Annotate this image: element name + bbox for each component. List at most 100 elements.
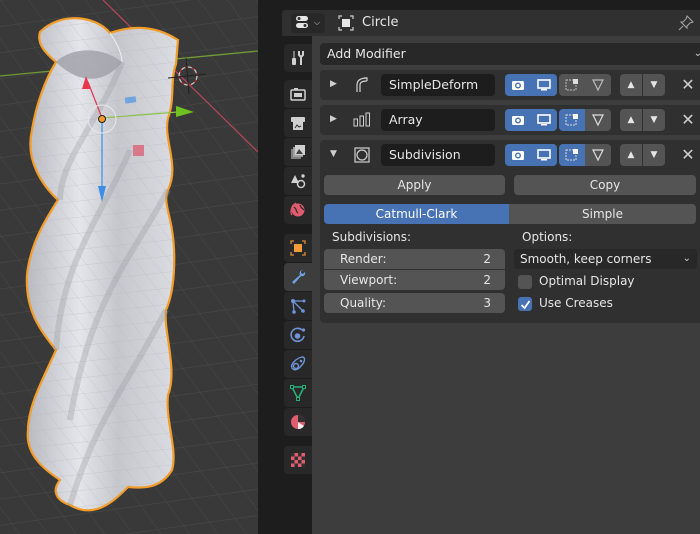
- add-modifier-dropdown[interactable]: Add Modifier ⌄: [320, 43, 700, 65]
- move-up-button[interactable]: ▲: [620, 144, 642, 166]
- tab-material[interactable]: [284, 408, 312, 436]
- particles-icon: [291, 299, 306, 314]
- 3d-viewport[interactable]: [0, 0, 258, 534]
- subdivisions-heading: Subdivisions:: [332, 230, 412, 244]
- viewport-levels-field[interactable]: Viewport: 2: [324, 270, 505, 290]
- tab-output[interactable]: [284, 109, 312, 137]
- image-stack-icon: [291, 145, 305, 159]
- viewport-levels-label: Viewport:: [340, 273, 398, 287]
- remove-modifier-button[interactable]: ✕: [677, 109, 699, 131]
- arrow-up-icon: ▲: [627, 150, 635, 160]
- constraint-icon: [290, 356, 306, 371]
- toggle-viewport[interactable]: [531, 74, 557, 96]
- tab-scene[interactable]: [284, 167, 312, 195]
- algorithm-simple[interactable]: Simple: [509, 204, 696, 224]
- toggle-render[interactable]: [505, 74, 531, 96]
- editor-type-button[interactable]: ⌵: [291, 13, 325, 33]
- cage-icon: [592, 114, 604, 127]
- render-levels-field[interactable]: Render: 2: [324, 249, 505, 269]
- close-icon: ✕: [681, 110, 695, 129]
- toggle-cage[interactable]: [585, 109, 611, 131]
- use-creases-label: Use Creases: [539, 296, 613, 310]
- properties-editor: ⌵ Circle Add Modifier ⌄ ▶ SimpleDeform ▲…: [280, 0, 700, 534]
- camera-icon: [512, 116, 524, 125]
- array-icon: [353, 111, 371, 129]
- cage-icon: [592, 149, 604, 162]
- chevron-down-icon: ⌄: [682, 253, 691, 264]
- physics-icon: [290, 327, 306, 343]
- close-icon: ✕: [681, 75, 695, 94]
- toggle-render[interactable]: [505, 109, 531, 131]
- texture-icon: [291, 453, 305, 467]
- modifier-subdivision: ▼ Subdivision ▲ ▼ ✕ Apply Copy Catmull-C…: [320, 140, 700, 323]
- properties-tab-bar: [282, 36, 312, 534]
- uv-smooth-dropdown[interactable]: Smooth, keep corners ⌄: [514, 249, 697, 269]
- mesh-data-icon: [290, 385, 306, 401]
- tool-icon: [292, 51, 304, 65]
- tab-data[interactable]: [284, 379, 312, 407]
- toggle-cage[interactable]: [585, 144, 611, 166]
- options-heading: Options:: [522, 230, 573, 244]
- remove-modifier-button[interactable]: ✕: [677, 144, 699, 166]
- tab-view-layer[interactable]: [284, 138, 312, 166]
- viewport-scene: [0, 0, 258, 534]
- arrow-down-icon: ▼: [650, 115, 658, 125]
- quality-field[interactable]: Quality: 3: [324, 293, 505, 313]
- properties-header: ⌵ Circle: [282, 10, 700, 36]
- tab-constraints[interactable]: [284, 350, 312, 378]
- editmode-icon: [565, 149, 578, 161]
- toggle-editmode[interactable]: [559, 144, 585, 166]
- tab-render[interactable]: [284, 80, 312, 108]
- toggle-editmode[interactable]: [559, 74, 585, 96]
- uv-smooth-value: Smooth, keep corners: [520, 252, 652, 266]
- tab-texture[interactable]: [284, 446, 312, 474]
- modifier-name-field[interactable]: Subdivision: [381, 144, 495, 166]
- apply-button[interactable]: Apply: [324, 175, 505, 195]
- printer-icon: [291, 117, 305, 130]
- toggle-viewport[interactable]: [531, 109, 557, 131]
- optimal-display-checkbox[interactable]: [518, 275, 532, 289]
- expand-arrow-icon[interactable]: ▶: [330, 114, 340, 124]
- modifier-array: ▶ Array ▲ ▼ ✕: [320, 105, 700, 135]
- tab-physics[interactable]: [284, 321, 312, 349]
- expand-arrow-icon[interactable]: ▶: [330, 79, 340, 89]
- viewport-levels-value: 2: [483, 273, 491, 287]
- camera-back-icon: [290, 88, 306, 101]
- editmode-icon: [565, 79, 578, 91]
- toggle-cage[interactable]: [585, 74, 611, 96]
- render-levels-value: 2: [483, 252, 491, 266]
- object-origin: [98, 115, 106, 123]
- modifier-name-field[interactable]: Array: [381, 109, 495, 131]
- move-down-button[interactable]: ▼: [643, 144, 665, 166]
- editor-divider[interactable]: [258, 0, 280, 534]
- toggle-editmode[interactable]: [559, 109, 585, 131]
- move-down-button[interactable]: ▼: [643, 74, 665, 96]
- twisted-mesh-object[interactable]: [25, 17, 180, 512]
- tab-particles[interactable]: [284, 292, 312, 320]
- add-modifier-label: Add Modifier: [327, 46, 406, 61]
- toggle-viewport[interactable]: [531, 144, 557, 166]
- tab-modifiers[interactable]: [284, 263, 312, 291]
- algorithm-catmull-clark[interactable]: Catmull-Clark: [324, 204, 509, 224]
- modifier-name-field[interactable]: SimpleDeform: [381, 74, 495, 96]
- toggle-render[interactable]: [505, 144, 531, 166]
- remove-modifier-button[interactable]: ✕: [677, 74, 699, 96]
- arrow-up-icon: ▲: [627, 80, 635, 90]
- tab-world[interactable]: [284, 196, 312, 224]
- pin-icon[interactable]: [678, 14, 695, 31]
- move-up-button[interactable]: ▲: [620, 74, 642, 96]
- plane-handle-red[interactable]: [133, 145, 144, 156]
- move-down-button[interactable]: ▼: [643, 109, 665, 131]
- tab-object[interactable]: [284, 234, 312, 262]
- scene-icon: [291, 174, 306, 189]
- tab-tool[interactable]: [284, 44, 312, 72]
- camera-icon: [512, 151, 524, 160]
- monitor-icon: [537, 79, 551, 91]
- wrench-icon: [292, 270, 306, 284]
- collapse-arrow-icon[interactable]: ▼: [330, 149, 340, 159]
- modifier-panel: Add Modifier ⌄ ▶ SimpleDeform ▲ ▼ ✕ ▶ Ar…: [312, 36, 700, 534]
- copy-button[interactable]: Copy: [514, 175, 696, 195]
- optimal-display-label: Optimal Display: [539, 274, 635, 288]
- use-creases-checkbox[interactable]: [518, 297, 532, 311]
- move-up-button[interactable]: ▲: [620, 109, 642, 131]
